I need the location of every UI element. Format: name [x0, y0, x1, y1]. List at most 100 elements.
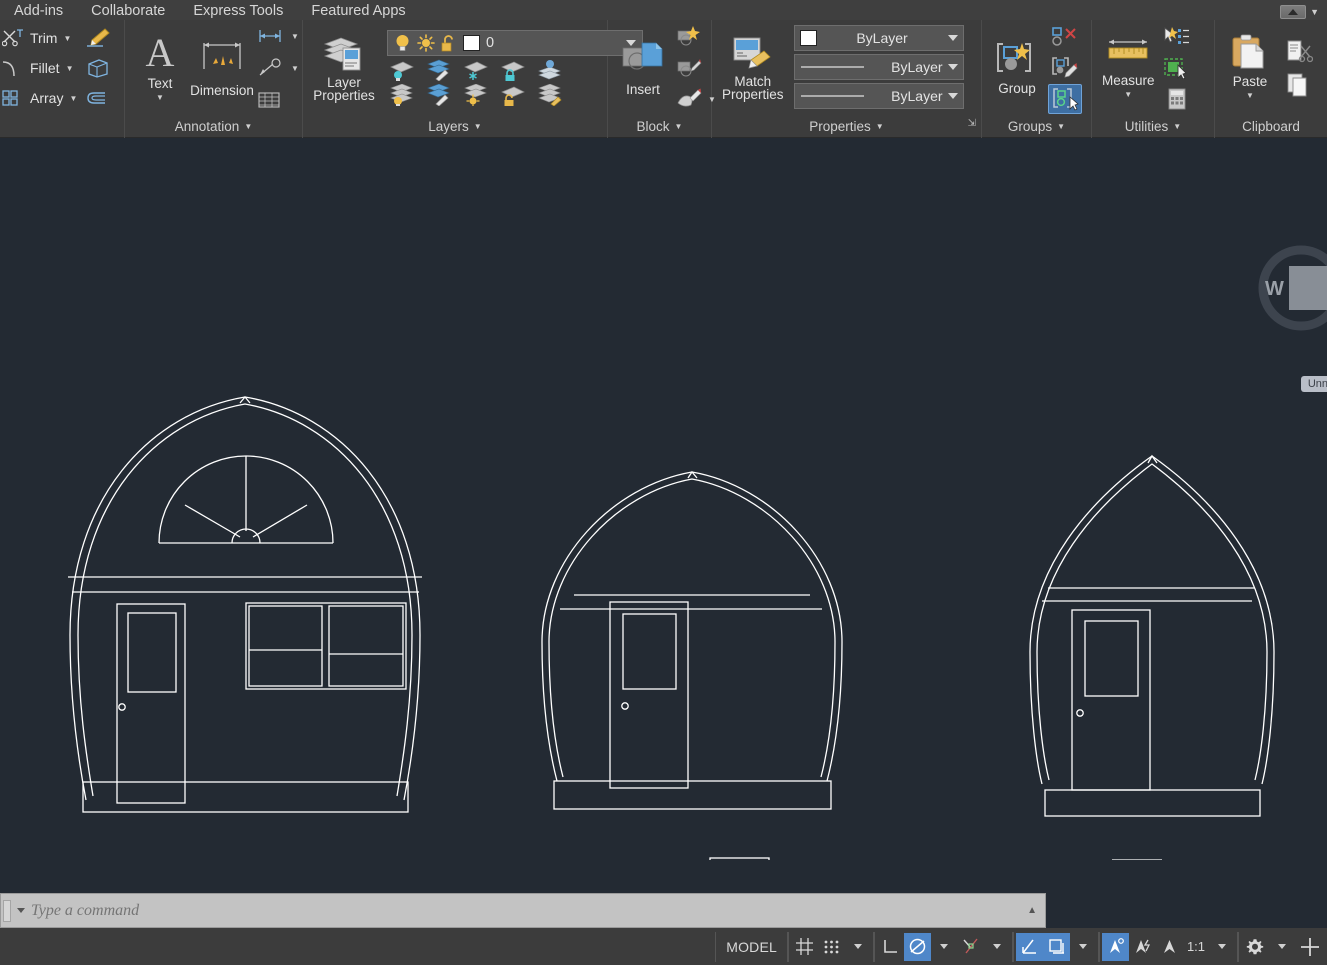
- command-line[interactable]: ▲: [0, 893, 1046, 928]
- lineweight-chevron-down-icon[interactable]: [947, 92, 958, 99]
- cut-button[interactable]: [1283, 37, 1315, 67]
- fillet-button[interactable]: Fillet ▼: [0, 53, 79, 83]
- linear-dimension-button[interactable]: ▼: [255, 21, 301, 51]
- current-layer-name: 0: [486, 35, 495, 51]
- layer-unlock-all-icon[interactable]: [500, 84, 526, 106]
- drawing-canvas[interactable]: W Unn: [0, 168, 1327, 860]
- utilities-panel-chevron-down-icon[interactable]: ▼: [1173, 116, 1181, 138]
- group-selection-toggle-button[interactable]: [1048, 84, 1082, 114]
- model-space-toggle[interactable]: MODEL: [718, 933, 785, 961]
- measure-button[interactable]: Measure ▼: [1098, 33, 1159, 104]
- object-snap-tracking-toggle[interactable]: [957, 933, 984, 961]
- layer-freeze-icon[interactable]: [463, 59, 489, 81]
- command-options-chevron-down-icon[interactable]: [17, 908, 25, 913]
- layer-color-swatch[interactable]: [463, 35, 480, 51]
- customization-gear-icon[interactable]: [1241, 933, 1269, 961]
- command-history-handle[interactable]: [3, 899, 11, 922]
- group-button[interactable]: Group: [988, 39, 1046, 98]
- measure-chevron-down-icon[interactable]: ▼: [1124, 87, 1132, 102]
- layer-isolate-icon[interactable]: [389, 59, 415, 81]
- array-button[interactable]: Array ▼: [0, 83, 79, 113]
- leader-chevron-down-icon[interactable]: ▼: [291, 64, 299, 73]
- command-input[interactable]: [31, 901, 1022, 920]
- layer-properties-button[interactable]: Layer Properties: [309, 32, 379, 104]
- lineweight-settings-chevron-down-icon[interactable]: [1070, 933, 1096, 961]
- ribbon-options-chevron-down-icon[interactable]: ▼: [1310, 7, 1319, 17]
- snap-settings-chevron-down-icon[interactable]: [845, 933, 871, 961]
- scale-list-chevron-down-icon[interactable]: [1209, 933, 1235, 961]
- trim-chevron-down-icon[interactable]: ▼: [63, 34, 71, 43]
- annotation-scale-icon[interactable]: [1156, 933, 1183, 961]
- paste-button[interactable]: Paste ▼: [1221, 32, 1279, 105]
- paste-chevron-down-icon[interactable]: ▼: [1246, 88, 1254, 103]
- select-similar-button[interactable]: [1161, 53, 1193, 83]
- text-button[interactable]: A Text ▼: [131, 30, 189, 107]
- annotation-scale-value[interactable]: 1:1: [1183, 933, 1209, 961]
- fillet-chevron-down-icon[interactable]: ▼: [66, 64, 74, 73]
- copy-button[interactable]: [1283, 70, 1315, 100]
- minimize-ribbon-button[interactable]: [1280, 5, 1307, 19]
- layer-match-icon[interactable]: [537, 84, 563, 106]
- properties-dialog-launcher-icon[interactable]: ⇲: [968, 113, 976, 135]
- annotation-icon-column: ▼ ▼: [255, 20, 301, 116]
- text-chevron-down-icon[interactable]: ▼: [156, 90, 164, 105]
- join-button[interactable]: [83, 83, 113, 113]
- tab-express-tools[interactable]: Express Tools: [179, 2, 297, 20]
- layer-turn-all-on-icon[interactable]: [389, 84, 415, 106]
- layer-off-icon[interactable]: [537, 59, 563, 81]
- polar-settings-chevron-down-icon[interactable]: [931, 933, 957, 961]
- match-properties-button[interactable]: Match Properties: [718, 33, 788, 103]
- erase-button[interactable]: [83, 23, 113, 53]
- layer-unisolate-icon[interactable]: [426, 59, 452, 81]
- ungroup-button[interactable]: [1048, 22, 1082, 52]
- calculator-button[interactable]: [1161, 84, 1193, 114]
- color-chevron-down-icon[interactable]: [947, 34, 958, 41]
- properties-panel-chevron-down-icon[interactable]: ▼: [876, 116, 884, 138]
- tab-add-ins[interactable]: Add-ins: [0, 2, 77, 20]
- trim-button[interactable]: Trim ▼: [0, 23, 79, 53]
- panel-title-clipboard: Clipboard: [1215, 116, 1327, 138]
- leader-button[interactable]: ▼: [255, 53, 301, 83]
- object-snap-toggle[interactable]: [1016, 932, 1043, 961]
- osnap-settings-chevron-down-icon[interactable]: [984, 933, 1010, 961]
- quick-select-button[interactable]: [1161, 22, 1193, 52]
- linetype-chevron-down-icon[interactable]: [947, 63, 958, 70]
- annotation-visibility-toggle[interactable]: [1102, 932, 1129, 961]
- 3d-solid-button[interactable]: [83, 53, 113, 83]
- layer-on-bulb-icon[interactable]: [394, 34, 411, 53]
- linetype-dropdown[interactable]: ByLayer: [793, 53, 964, 80]
- layers-panel-chevron-down-icon[interactable]: ▼: [474, 116, 482, 138]
- block-panel-chevron-down-icon[interactable]: ▼: [675, 116, 683, 138]
- expand-status-bar-icon[interactable]: [1295, 933, 1325, 961]
- layer-lock-icon[interactable]: [500, 59, 526, 81]
- snap-mode-toggle[interactable]: [818, 933, 845, 961]
- layer-unlock-icon[interactable]: [441, 34, 457, 53]
- layer-thaw-sun-icon[interactable]: [417, 34, 435, 52]
- table-button[interactable]: [255, 85, 301, 115]
- ucs-name-chip[interactable]: Unn: [1300, 376, 1327, 392]
- command-expand-icon[interactable]: ▲: [1027, 905, 1037, 916]
- annotation-panel-chevron-down-icon[interactable]: ▼: [244, 116, 252, 138]
- layer-change-icon[interactable]: [463, 84, 489, 106]
- tab-collaborate[interactable]: Collaborate: [77, 2, 179, 20]
- view-cube[interactable]: W: [1253, 240, 1327, 336]
- customize-chevron-down-icon[interactable]: [1269, 933, 1295, 961]
- polar-tracking-toggle[interactable]: [904, 932, 931, 961]
- create-block-icon: [676, 25, 702, 49]
- lineweight-dropdown[interactable]: ByLayer: [793, 82, 964, 109]
- linear-dimension-chevron-down-icon[interactable]: ▼: [291, 32, 299, 41]
- object-color-dropdown[interactable]: ByLayer: [793, 24, 964, 51]
- groups-panel-chevron-down-icon[interactable]: ▼: [1057, 116, 1065, 138]
- text-label: Text: [147, 75, 173, 91]
- group-edit-button[interactable]: [1048, 53, 1082, 83]
- annotation-autoscale-toggle[interactable]: [1129, 933, 1156, 961]
- ortho-mode-toggle[interactable]: [877, 933, 904, 961]
- array-chevron-down-icon[interactable]: ▼: [69, 94, 77, 103]
- grid-display-toggle[interactable]: [791, 933, 818, 961]
- lineweight-toggle[interactable]: [1043, 932, 1070, 961]
- layer-thaw-all-icon[interactable]: [426, 84, 452, 106]
- tab-featured-apps[interactable]: Featured Apps: [297, 2, 419, 20]
- layer-control-dropdown[interactable]: 0: [387, 30, 643, 56]
- dimension-button[interactable]: Dimension: [190, 37, 254, 100]
- insert-button[interactable]: Insert: [614, 38, 672, 99]
